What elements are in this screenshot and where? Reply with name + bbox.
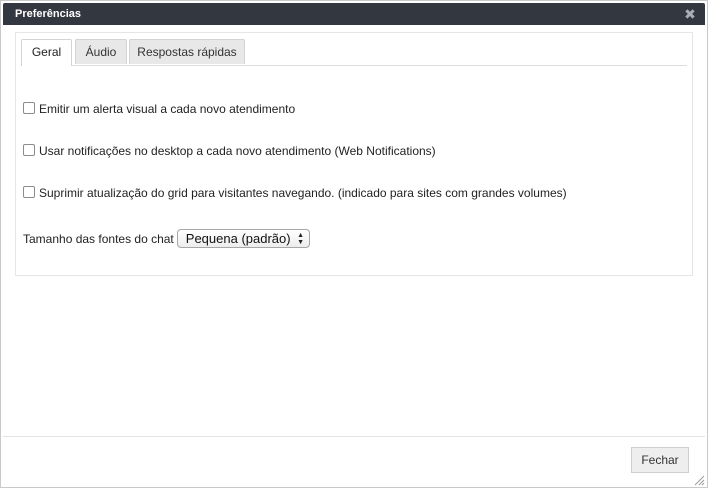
option-suppress-grid-update: Suprimir atualização do grid para visita… [23,185,567,201]
close-icon[interactable]: ✖ [683,6,697,22]
desktop-notifications-checkbox[interactable] [23,144,35,156]
tab-bar: Geral Áudio Respostas rápidas [21,39,687,66]
option-visual-alert: Emitir um alerta visual a cada novo aten… [23,101,295,117]
font-size-row: Tamanho das fontes do chat Pequena (padrã… [23,229,310,249]
font-size-label: Tamanho das fontes do chat [23,232,174,246]
visual-alert-label[interactable]: Emitir um alerta visual a cada novo aten… [39,102,295,116]
tab-content-panel: Geral Áudio Respostas rápidas Emitir um … [15,32,693,276]
dialog-title: Preferências [15,8,82,20]
resize-grip-icon[interactable] [693,473,705,486]
preferences-dialog: Preferências ✖ Geral Áudio Respostas ráp… [0,0,708,488]
chevron-up-down-icon: ▲ ▼ [297,232,305,246]
dialog-footer: Fechar [3,436,705,487]
tab-audio[interactable]: Áudio [75,39,127,64]
suppress-grid-label[interactable]: Suprimir atualização do grid para visita… [39,186,567,200]
suppress-grid-checkbox[interactable] [23,186,35,198]
option-desktop-notifications: Usar notificações no desktop a cada novo… [23,143,436,159]
font-size-select[interactable]: Pequena (padrão) ▲ ▼ [176,229,310,248]
visual-alert-checkbox[interactable] [23,102,35,114]
dialog-titlebar[interactable]: Preferências ✖ [3,3,705,25]
close-button[interactable]: Fechar [631,447,689,473]
font-size-selected-value: Pequena (padrão) [185,231,291,246]
tab-geral[interactable]: Geral [21,39,72,66]
tab-respostas-rapidas[interactable]: Respostas rápidas [129,39,245,64]
desktop-notifications-label[interactable]: Usar notificações no desktop a cada novo… [39,144,436,158]
